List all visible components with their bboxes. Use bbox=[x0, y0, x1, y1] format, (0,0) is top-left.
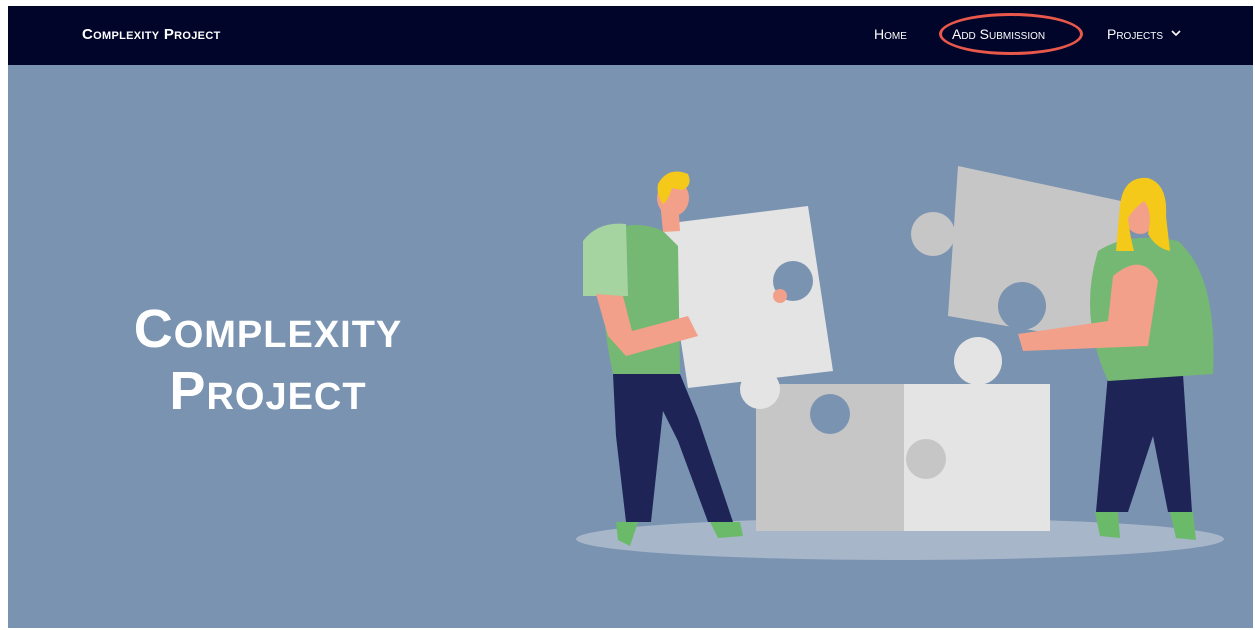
left-person-hand bbox=[773, 289, 787, 303]
right-person-legs bbox=[1096, 374, 1192, 512]
puzzle-illustration bbox=[576, 166, 1224, 560]
puzzle-knob-bottom-mid bbox=[906, 439, 946, 479]
puzzle-knob-bottom-top-right bbox=[954, 337, 1002, 385]
top-navbar: Complexity Project Home Add Submission P… bbox=[8, 6, 1253, 65]
nav-projects-label: Projects bbox=[1107, 26, 1164, 42]
nav-add-submission-link[interactable]: Add Submission bbox=[952, 6, 1045, 65]
puzzle-knob-bottom-top bbox=[810, 394, 850, 434]
brand-link[interactable]: Complexity Project bbox=[82, 6, 221, 65]
puzzle-knob-top-right-side bbox=[911, 212, 955, 256]
puzzle-piece-left bbox=[663, 206, 833, 388]
chevron-down-icon bbox=[1171, 30, 1181, 37]
nav-home-link[interactable]: Home bbox=[874, 6, 907, 65]
nav-projects-dropdown[interactable]: Projects bbox=[1107, 6, 1181, 65]
page-frame: Complexity Project Home Add Submission P… bbox=[8, 6, 1253, 628]
left-person-sleeve bbox=[583, 223, 628, 296]
hero-title-line1: Complexity bbox=[133, 299, 403, 359]
puzzle-knob-left-bottom bbox=[740, 369, 780, 409]
left-person-legs bbox=[613, 374, 733, 522]
hero-title: Complexity Project bbox=[68, 298, 468, 422]
hero-title-line2: Project bbox=[169, 361, 367, 421]
puzzle-knob-top-right-bottom bbox=[998, 282, 1046, 330]
